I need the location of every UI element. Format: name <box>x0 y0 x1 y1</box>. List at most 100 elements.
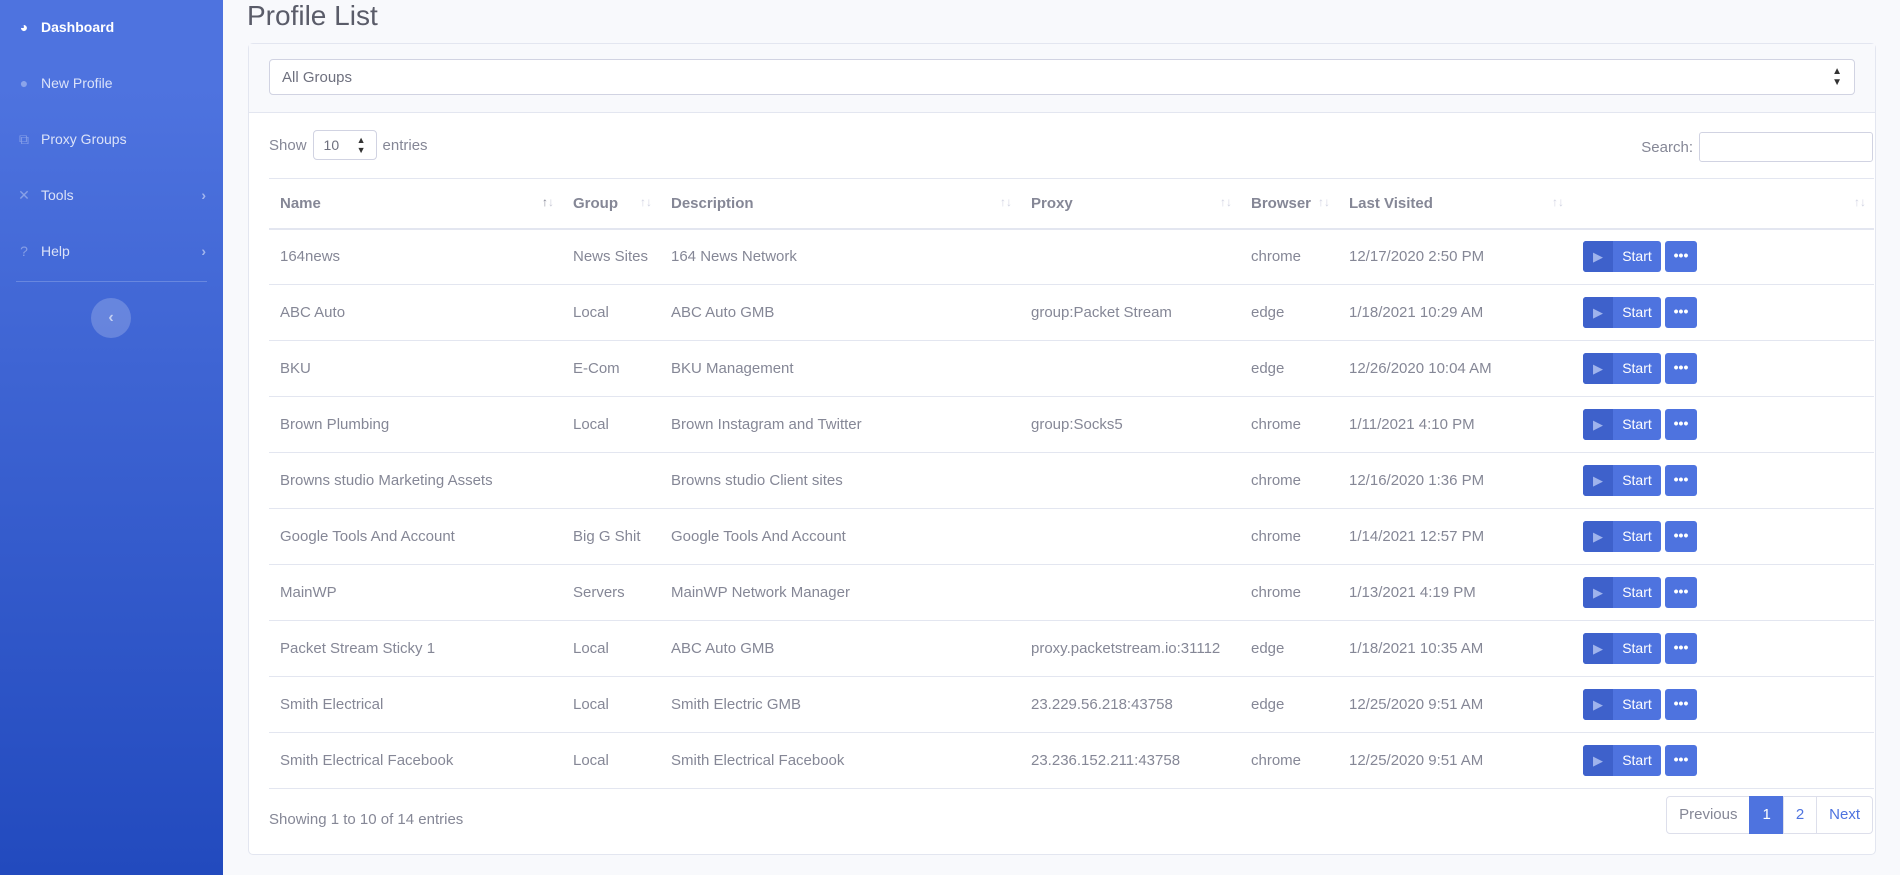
cell-name: Google Tools And Account <box>269 508 562 565</box>
start-button[interactable]: ▶ Start <box>1583 465 1661 496</box>
more-options-button[interactable]: ••• <box>1665 689 1697 720</box>
start-label: Start <box>1622 640 1652 656</box>
cell-name: Browns studio Marketing Assets <box>269 452 562 509</box>
cell-actions: ▶ Start ••• <box>1572 340 1874 397</box>
page-title: Profile List <box>247 0 378 31</box>
start-button[interactable]: ▶ Start <box>1583 409 1661 440</box>
more-options-button[interactable]: ••• <box>1665 745 1697 776</box>
start-label: Start <box>1622 416 1652 432</box>
group-filter-select[interactable]: All Groups ▲ ▼ <box>269 59 1855 95</box>
cell-last: 12/26/2020 10:04 AM <box>1338 340 1572 397</box>
start-button[interactable]: ▶ Start <box>1583 689 1661 720</box>
cell-name: BKU <box>269 340 562 397</box>
sidebar-item-proxy-groups[interactable]: ⧉ Proxy Groups <box>16 131 206 147</box>
more-options-button[interactable]: ••• <box>1665 465 1697 496</box>
cell-browser: edge <box>1240 284 1338 341</box>
sidebar-item-label: Dashboard <box>41 19 115 35</box>
sidebar-item-tools[interactable]: ✕ Tools › <box>16 187 206 203</box>
cell-actions: ▶ Start ••• <box>1572 732 1874 789</box>
select-arrows-icon: ▲ ▼ <box>1832 66 1842 88</box>
start-button[interactable]: ▶ Start <box>1583 745 1661 776</box>
sidebar-item-help[interactable]: ? Help › <box>16 243 206 259</box>
cell-browser: chrome <box>1240 452 1338 509</box>
cell-group: Local <box>562 620 660 677</box>
column-header-proxy[interactable]: Proxy ↑↓ <box>1020 178 1240 230</box>
cell-name: Smith Electrical <box>269 676 562 733</box>
column-header-description[interactable]: Description ↑↓ <box>660 178 1020 230</box>
cell-actions: ▶ Start ••• <box>1572 452 1874 509</box>
start-button[interactable]: ▶ Start <box>1583 297 1661 328</box>
column-header-group[interactable]: Group ↑↓ <box>562 178 660 230</box>
more-options-button[interactable]: ••• <box>1665 521 1697 552</box>
table-row: Smith Electrical Local Smith Electric GMB 2… <box>269 676 1874 733</box>
cell-group: Servers <box>562 564 660 621</box>
more-options-button[interactable]: ••• <box>1665 353 1697 384</box>
cell-browser: chrome <box>1240 564 1338 621</box>
cell-browser: edge <box>1240 340 1338 397</box>
table-row: Packet Stream Sticky 1 Local ABC Auto GMB p… <box>269 620 1874 677</box>
more-options-button[interactable]: ••• <box>1665 409 1697 440</box>
table-row: 164news News Sites 164 News Network chrome 1… <box>269 228 1874 285</box>
sidebar-item-dashboard[interactable]: ◕ Dashboard <box>16 19 206 35</box>
play-icon: ▶ <box>1583 521 1613 552</box>
cell-group <box>562 452 660 509</box>
cell-last: 1/18/2021 10:35 AM <box>1338 620 1572 677</box>
sidebar-item-label: Proxy Groups <box>41 131 127 147</box>
cell-actions: ▶ Start ••• <box>1572 564 1874 621</box>
start-button[interactable]: ▶ Start <box>1583 577 1661 608</box>
more-options-button[interactable]: ••• <box>1665 297 1697 328</box>
sidebar-item-new-profile[interactable]: ● New Profile <box>16 75 206 91</box>
start-button[interactable]: ▶ Start <box>1583 633 1661 664</box>
search-label: Search: <box>1641 138 1693 156</box>
cell-proxy: group:Packet Stream <box>1020 284 1240 341</box>
select-arrows-icon: ▲ ▼ <box>356 135 366 155</box>
tachometer-icon: ◕ <box>19 19 29 35</box>
sidebar-toggle-button[interactable]: ‹ <box>91 298 131 338</box>
page-1-button[interactable]: 1 <box>1749 796 1784 834</box>
search-input[interactable] <box>1699 132 1873 162</box>
cell-last: 1/11/2021 4:10 PM <box>1338 396 1572 453</box>
sidebar-divider <box>16 281 207 282</box>
cell-description: MainWP Network Manager <box>660 564 1020 621</box>
cell-last: 12/17/2020 2:50 PM <box>1338 228 1572 285</box>
start-button[interactable]: ▶ Start <box>1583 521 1661 552</box>
cell-proxy <box>1020 452 1240 509</box>
column-label: Group <box>573 194 618 212</box>
start-button[interactable]: ▶ Start <box>1583 353 1661 384</box>
play-icon: ▶ <box>1583 241 1613 273</box>
start-label: Start <box>1622 752 1652 768</box>
column-label: Last Visited <box>1349 194 1433 212</box>
cell-proxy <box>1020 564 1240 621</box>
cell-proxy: group:Socks5 <box>1020 396 1240 453</box>
more-options-button[interactable]: ••• <box>1665 633 1697 664</box>
sidebar-item-label: Help <box>41 243 70 259</box>
table-row: Brown Plumbing Local Brown Instagram and T… <box>269 396 1874 453</box>
table-row: Browns studio Marketing Assets Browns stu… <box>269 452 1874 509</box>
play-icon: ▶ <box>1583 689 1613 720</box>
cell-last: 1/14/2021 12:57 PM <box>1338 508 1572 565</box>
column-header-last-visited[interactable]: Last Visited ↑↓ <box>1338 178 1572 230</box>
start-label: Start <box>1622 528 1652 544</box>
previous-page-button[interactable]: Previous <box>1666 796 1751 834</box>
cell-name: Brown Plumbing <box>269 396 562 453</box>
cell-browser: chrome <box>1240 732 1338 789</box>
next-page-button[interactable]: Next <box>1816 796 1873 834</box>
cell-description: ABC Auto GMB <box>660 284 1020 341</box>
cell-last: 12/16/2020 1:36 PM <box>1338 452 1572 509</box>
more-options-button[interactable]: ••• <box>1665 577 1697 608</box>
more-options-button[interactable]: ••• <box>1665 241 1697 273</box>
table-row: Smith Electrical Facebook Local Smith Elec… <box>269 732 1874 789</box>
table-row: BKU E-Com BKU Management edge 12/26/2020 10:… <box>269 340 1874 397</box>
sort-icon: ↑↓ <box>1220 195 1232 209</box>
page-length-select[interactable]: 10 ▲ ▼ <box>312 130 377 160</box>
column-header-name[interactable]: Name ↑↓ <box>269 178 562 230</box>
start-label: Start <box>1622 472 1652 488</box>
start-label: Start <box>1622 584 1652 600</box>
page-2-button[interactable]: 2 <box>1782 796 1818 834</box>
sidebar: ◕ Dashboard ● New Profile ⧉ Proxy Groups ✕ Tool… <box>0 0 223 875</box>
column-header-browser[interactable]: Browser ↑↓ <box>1240 178 1338 230</box>
start-button[interactable]: ▶ Start <box>1583 241 1661 273</box>
cell-last: 12/25/2020 9:51 AM <box>1338 732 1572 789</box>
cell-group: Local <box>562 676 660 733</box>
column-header-actions[interactable]: ↑↓ <box>1572 178 1874 230</box>
